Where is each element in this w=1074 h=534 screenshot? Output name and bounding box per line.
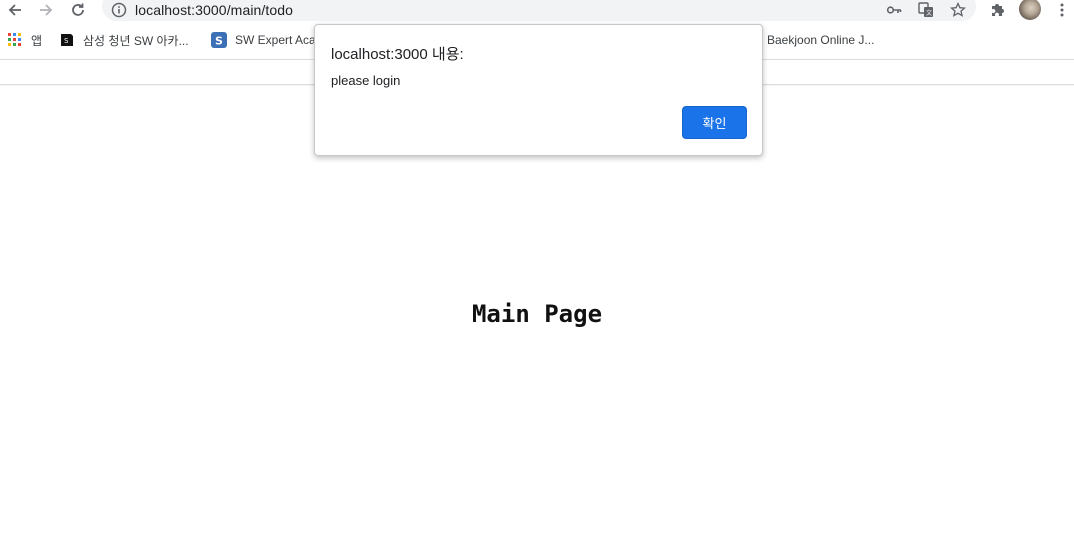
profile-avatar[interactable] [1019, 0, 1041, 20]
bookmark-label: SW Expert Aca [235, 33, 316, 47]
page-title: Main Page [471, 300, 603, 328]
ssafy-favicon: S [59, 32, 75, 48]
dialog-title: localhost:3000 내용: [331, 46, 464, 63]
alert-dialog: localhost:3000 내용: please login 확인 [314, 24, 763, 156]
bookmark-baekjoon[interactable]: Baekjoon Online J... [767, 30, 874, 50]
confirm-button[interactable]: 확인 [682, 106, 747, 139]
bookmark-ssafy[interactable]: S 삼성 청년 SW 아카... [59, 30, 189, 50]
bookmark-label: 삼성 청년 SW 아카... [83, 33, 189, 48]
bookmark-label: Baekjoon Online J... [767, 33, 875, 47]
url-text[interactable]: localhost:3000/main/todo [135, 0, 293, 20]
menu-dots-icon[interactable] [1052, 0, 1072, 20]
reload-button[interactable] [67, 0, 89, 20]
bookmark-swea[interactable]: S SW Expert Aca [211, 30, 316, 50]
extensions-icon[interactable] [987, 0, 1007, 20]
key-icon[interactable] [884, 0, 904, 20]
svg-text:S: S [215, 35, 223, 48]
svg-text:文: 文 [926, 9, 932, 17]
back-button[interactable] [4, 0, 26, 20]
forward-button[interactable] [35, 0, 57, 20]
forward-arrow-icon [40, 4, 53, 16]
bookmark-apps[interactable]: 앱 [7, 30, 42, 50]
bookmark-label: 앱 [31, 33, 43, 48]
swea-favicon: S [211, 32, 227, 48]
apps-grid-icon [7, 32, 23, 48]
reload-icon [72, 3, 84, 16]
browser-toolbar: localhost:3000/main/todo 文 [0, 0, 1074, 21]
svg-text:S: S [64, 37, 69, 45]
star-icon[interactable] [948, 0, 968, 20]
back-arrow-icon [8, 4, 21, 16]
translate-icon[interactable]: 文 [916, 0, 936, 20]
site-info-icon[interactable] [109, 0, 129, 20]
dialog-message: please login [331, 73, 401, 88]
